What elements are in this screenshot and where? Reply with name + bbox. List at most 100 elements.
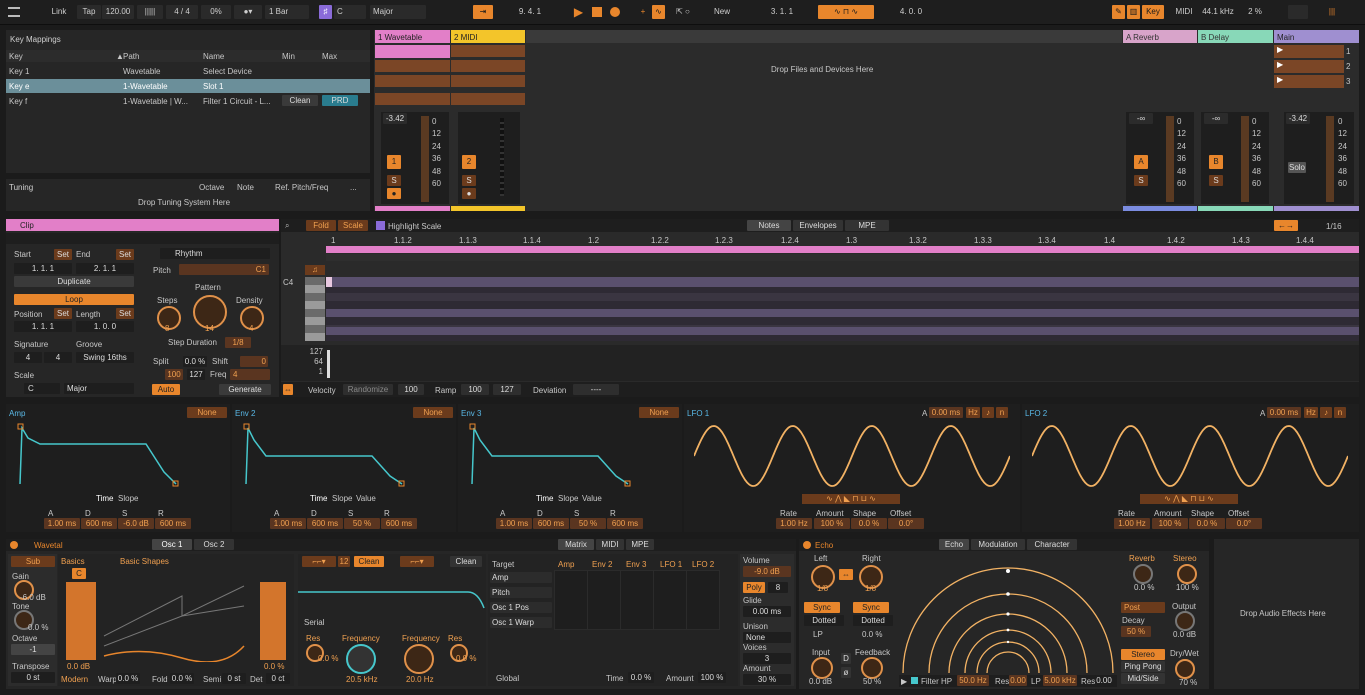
track-activator[interactable]: B xyxy=(1209,155,1223,169)
device-on-icon[interactable] xyxy=(803,541,811,549)
output-knob[interactable] xyxy=(1175,611,1195,631)
attack-field[interactable]: 1.00 ms xyxy=(44,518,80,529)
length-set-button[interactable]: Set xyxy=(116,308,134,319)
preview-icon[interactable]: ♫ xyxy=(305,265,325,275)
clip-slot[interactable] xyxy=(451,75,525,87)
clip-slot[interactable] xyxy=(451,60,525,72)
search-icon[interactable]: ⌕ xyxy=(285,221,297,231)
tab-osc1[interactable]: Osc 1 xyxy=(152,539,192,550)
slope-tab[interactable]: Slope xyxy=(118,494,138,503)
col-path[interactable]: Path xyxy=(123,52,139,61)
capture-icon[interactable]: ⇱ ○ xyxy=(668,5,698,19)
volume-fader[interactable] xyxy=(1166,116,1174,202)
new-button[interactable]: New xyxy=(710,5,734,19)
filter1-freq-knob[interactable] xyxy=(346,644,376,674)
fold-field[interactable]: 0.0 % xyxy=(170,673,194,684)
arm-icon[interactable]: ● xyxy=(462,188,476,199)
table-row[interactable]: Key e 1-Wavetable Slot 1 xyxy=(6,79,370,93)
left-mode-select[interactable]: Dotted xyxy=(804,615,844,626)
clip-slot[interactable] xyxy=(451,93,525,105)
lfo-rate-field[interactable]: 1.00 Hz xyxy=(776,518,812,529)
tab-modulation[interactable]: Modulation xyxy=(971,539,1025,550)
sustain-field[interactable]: 50 % xyxy=(344,518,380,529)
sub-button[interactable]: Sub xyxy=(11,556,55,567)
view-toggle-icon[interactable]: ||| xyxy=(1325,5,1339,19)
pitch-field[interactable]: C1 xyxy=(179,264,269,275)
track-header-main[interactable]: Main xyxy=(1274,30,1359,43)
right-mode-select[interactable]: Dotted xyxy=(853,615,893,626)
loop-start-field[interactable]: 3. 1. 1 xyxy=(752,5,812,19)
tab-matrix[interactable]: Matrix xyxy=(558,539,594,550)
lfo-offset-field[interactable]: 0.0° xyxy=(1226,518,1262,529)
solo-button[interactable]: S xyxy=(1134,175,1148,186)
time-field[interactable]: 0.0 % xyxy=(628,672,654,683)
hp-res-field[interactable]: 0.00 xyxy=(1009,675,1027,686)
unison-amount-field[interactable]: 30 % xyxy=(743,674,791,685)
position-set-button[interactable]: Set xyxy=(54,308,72,319)
semi-field[interactable]: 0 st xyxy=(222,673,246,684)
d-button[interactable]: D xyxy=(841,653,851,664)
envelope-graph[interactable] xyxy=(466,422,672,488)
lfo-sync-icon[interactable]: ♪ xyxy=(982,407,994,418)
solo-button[interactable]: S xyxy=(387,175,401,186)
ramp-start[interactable]: 100 xyxy=(461,384,489,395)
solo-button[interactable]: S xyxy=(1209,175,1223,186)
right-sync-button[interactable]: Sync xyxy=(853,602,889,613)
freq-field[interactable]: 4 xyxy=(230,369,270,380)
transpose-field[interactable]: 0 st xyxy=(11,672,55,683)
release-field[interactable]: 600 ms xyxy=(607,518,643,529)
lp-freq-field[interactable]: 5.00 kHz xyxy=(1043,675,1077,686)
loop-length-field[interactable]: 4. 0. 0 xyxy=(880,5,942,19)
lp-res-field[interactable]: 0.00 xyxy=(1095,675,1113,686)
reverb-position-select[interactable]: Post xyxy=(1121,602,1165,613)
decay-field[interactable]: 600 ms xyxy=(533,518,569,529)
stop-button[interactable] xyxy=(591,5,603,19)
tab-envelopes[interactable]: Envelopes xyxy=(793,220,843,231)
left-sync-button[interactable]: Sync xyxy=(804,602,840,613)
tab-character[interactable]: Character xyxy=(1027,539,1077,550)
attack-field[interactable]: 1.00 ms xyxy=(496,518,532,529)
song-position-field[interactable]: 9. 4. 1 xyxy=(497,5,563,19)
wavetable-display[interactable] xyxy=(102,576,248,662)
lfo-shape-field[interactable]: 0.0 % xyxy=(1189,518,1225,529)
filter-play-icon[interactable]: ▶ xyxy=(901,677,907,686)
tab-notes[interactable]: Notes xyxy=(747,220,791,231)
table-row[interactable]: Key 1 Wavetable Select Device xyxy=(6,64,370,78)
octave-selector[interactable]: -1 xyxy=(11,644,55,655)
release-field[interactable]: 600 ms xyxy=(155,518,191,529)
tap-button[interactable]: Tap xyxy=(77,5,101,19)
split-field[interactable]: 0.0 % xyxy=(183,356,207,367)
shift-field[interactable]: 0 xyxy=(240,356,268,367)
tempo-field[interactable]: 120.00 xyxy=(102,5,134,19)
track-header-midi[interactable]: 2 MIDI xyxy=(451,30,525,43)
tab-midi[interactable]: MIDI xyxy=(596,539,624,550)
col-name[interactable]: Name xyxy=(203,52,224,61)
bar-ruler[interactable]: 1 1.1.2 1.1.3 1.1.4 1.2 1.2.2 1.2.3 1.2.… xyxy=(326,234,1359,245)
piano-keys[interactable] xyxy=(305,277,325,341)
velocity-field[interactable]: 100 xyxy=(165,369,183,380)
matrix-grid[interactable] xyxy=(554,570,720,630)
key-map-button[interactable]: Key xyxy=(1142,5,1164,19)
decay-field[interactable]: 600 ms xyxy=(307,518,343,529)
pingpong-button[interactable]: Ping Pong xyxy=(1121,661,1165,672)
env-none-select[interactable]: None xyxy=(639,407,679,418)
tuning-drop-zone[interactable]: Drop Tuning System Here xyxy=(138,198,230,207)
scale-name-select[interactable]: Major xyxy=(64,383,134,394)
loop-switch-icon[interactable]: ∿ ⊓ ∿ xyxy=(818,5,874,19)
voices-field[interactable]: 3 xyxy=(743,653,791,664)
record-button[interactable] xyxy=(608,5,621,19)
slope-tab[interactable]: Slope xyxy=(558,494,578,503)
track-activator[interactable]: A xyxy=(1134,155,1148,169)
lfo-attack-field[interactable]: 0.00 ms xyxy=(1267,407,1301,418)
tab-mpe[interactable]: MPE xyxy=(626,539,654,550)
auto-button[interactable]: Auto xyxy=(152,384,180,395)
filter2-circuit[interactable]: Clean xyxy=(450,556,482,567)
track-header-wavetable[interactable]: 1 Wavetable xyxy=(375,30,450,43)
time-tab[interactable]: Time xyxy=(536,494,553,503)
end-field[interactable]: 2. 1. 1 xyxy=(76,263,134,274)
volume-fader[interactable] xyxy=(1326,116,1334,202)
link-icon[interactable]: ⇔ xyxy=(839,569,853,580)
col-min[interactable]: Min xyxy=(282,52,295,61)
decay-field[interactable]: 600 ms xyxy=(81,518,117,529)
sustain-field[interactable]: 50 % xyxy=(570,518,606,529)
